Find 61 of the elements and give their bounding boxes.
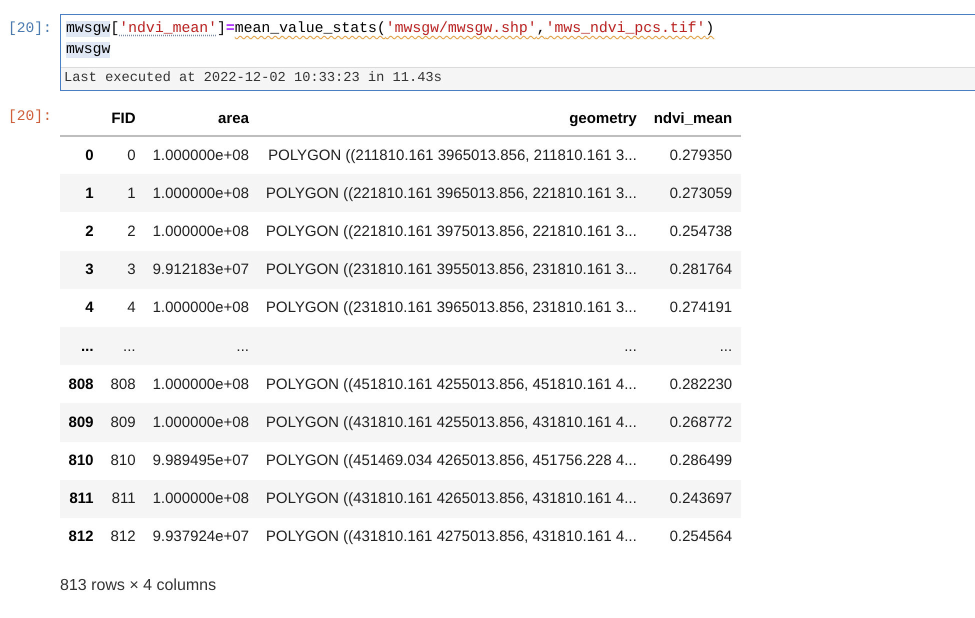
table-cell: 1 <box>102 174 144 212</box>
table-cell: POLYGON ((431810.161 4255013.856, 431810.161 4... <box>257 403 646 442</box>
table-cell: 9.912183e+07 <box>144 250 258 289</box>
table-cell: 0.279350 <box>645 136 741 174</box>
table-cell: 0.254564 <box>645 518 741 556</box>
table-cell: ... <box>645 326 741 366</box>
row-index: 2 <box>84 222 95 242</box>
code-cell-editor[interactable]: mwsgw['ndvi_mean']=mean_value_stats('mwsgw/mwsgw.shp','mws_ndvi_pcs.tif') mwsgw Last executed at 2022-12-02 10:33:23 in 11.43s <box>60 14 975 91</box>
table-cell: 0.274191 <box>645 288 741 327</box>
table-cell: POLYGON ((231810.161 3955013.856, 231810.161 3... <box>257 250 646 289</box>
table-cell: 1.000000e+08 <box>144 403 258 442</box>
table-cell: 0.282230 <box>645 365 741 404</box>
row-index: 810 <box>60 442 102 480</box>
table-cell: 0.243697 <box>645 480 741 518</box>
table-cell: POLYGON ((231810.161 3965013.856, 231810.161 3... <box>257 288 646 327</box>
table-cell: 4 <box>102 288 144 327</box>
table-cell: 810 <box>102 442 144 480</box>
table-cell: 0.268772 <box>645 403 741 442</box>
table-cell: POLYGON ((451469.034 4265013.856, 451756.228 4... <box>257 442 646 480</box>
input-prompt: [20]: <box>7 20 53 39</box>
table-cell: 809 <box>102 403 144 442</box>
table-cell: POLYGON ((211810.161 3965013.856, 211810.161 3... <box>257 136 646 174</box>
table-cell: 0.273059 <box>645 174 741 212</box>
table-cell: POLYGON ((221810.161 3965013.856, 221810.161 3... <box>257 174 646 212</box>
table-cell: ... <box>102 326 144 366</box>
row-index: 808 <box>60 365 102 404</box>
row-index: ... <box>60 326 102 366</box>
table-cell: POLYGON ((431810.161 4265013.856, 431810.161 4... <box>257 480 646 518</box>
table-cell: 1.000000e+08 <box>144 174 258 212</box>
table-cell: 811 <box>102 480 144 518</box>
table-cell: 0 <box>102 136 144 174</box>
table-cell-text: 0.254738 <box>668 222 734 242</box>
table-cell: POLYGON ((451810.161 4255013.856, 451810.161 4... <box>257 365 646 404</box>
output-prompt: [20]: <box>7 108 53 127</box>
table-cell: 9.989495e+07 <box>144 442 258 480</box>
row-index: 4 <box>60 288 102 327</box>
shape-summary: 813 rows × 4 columns <box>60 576 218 596</box>
table-cell: 1.000000e+08 <box>144 480 258 518</box>
row-index: 809 <box>60 403 102 442</box>
row-index: 1 <box>60 174 102 212</box>
table-cell: 1.000000e+08 <box>144 365 258 404</box>
table-cell: 0.281764 <box>645 250 741 289</box>
table-cell: 0.286499 <box>645 442 741 480</box>
table-cell: ... <box>257 326 646 366</box>
code-line: mwsgw['ndvi_mean']=mean_value_stats('mwsgw/mwsgw.shp','mws_ndvi_pcs.tif') <box>66 20 714 39</box>
table-cell: 1.000000e+08 <box>144 136 258 174</box>
row-index: 3 <box>60 250 102 289</box>
table-cell-text: POLYGON ((221810.161 3975013.856, 221810.161 3... <box>264 222 638 242</box>
table-cell: 808 <box>102 365 144 404</box>
table-cell: 9.937924e+07 <box>144 518 258 556</box>
table-cell: 3 <box>102 250 144 289</box>
table-cell-text: 2 <box>126 222 137 242</box>
row-index: 0 <box>60 136 102 174</box>
table-cell-text: 1.000000e+08 <box>152 222 250 242</box>
table-cell: ... <box>144 326 258 366</box>
execution-status: Last executed at 2022-12-02 10:33:23 in 11.43s <box>61 67 975 90</box>
row-index: 812 <box>60 518 102 556</box>
table-cell: 812 <box>102 518 144 556</box>
row-index: 811 <box>60 480 102 518</box>
table-cell: POLYGON ((431810.161 4275013.856, 431810.161 4... <box>257 518 646 556</box>
table-cell: 1.000000e+08 <box>144 288 258 327</box>
